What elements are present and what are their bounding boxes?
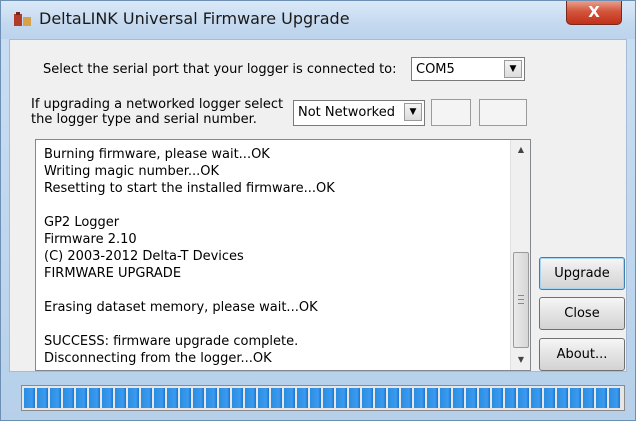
serial-number-field-1[interactable] <box>431 99 471 126</box>
serial-port-select[interactable]: COM5 ▼ <box>411 57 525 81</box>
close-button[interactable]: Close <box>539 297 625 330</box>
network-label-line2: the logger type and serial number. <box>31 112 257 127</box>
log-line: SUCCESS: firmware upgrade complete. <box>44 334 299 349</box>
log-line: Erasing dataset memory, please wait...OK <box>44 300 318 315</box>
chevron-down-icon[interactable]: ▼ <box>504 60 522 78</box>
chevron-down-icon[interactable]: ▼ <box>404 103 422 121</box>
log-line: Firmware 2.10 <box>44 232 137 247</box>
log-line: FIRMWARE UPGRADE <box>44 266 182 281</box>
scrollbar-thumb[interactable] <box>513 252 529 348</box>
upgrade-progress-bar <box>21 385 625 411</box>
log-line: (C) 2003-2012 Delta-T Devices <box>44 249 244 264</box>
logger-type-select[interactable]: Not Networked ▼ <box>293 100 425 126</box>
log-line: Writing magic number...OK <box>44 164 220 179</box>
title-bar[interactable]: DeltaLINK Universal Firmware Upgrade X <box>1 1 635 39</box>
serial-port-label: Select the serial port that your logger … <box>43 62 397 77</box>
progress-fill <box>24 388 622 408</box>
log-line: Burning firmware, please wait...OK <box>44 147 270 162</box>
app-icon <box>14 12 31 26</box>
grip-icon <box>518 295 524 304</box>
window-title: DeltaLINK Universal Firmware Upgrade <box>39 9 350 28</box>
scroll-down-icon[interactable]: ▼ <box>513 352 529 368</box>
log-lines: Burning firmware, please wait...OK Writin… <box>44 146 335 367</box>
log-line: GP2 Logger <box>44 215 120 230</box>
logger-type-value: Not Networked <box>298 105 395 120</box>
firmware-upgrade-window: DeltaLINK Universal Firmware Upgrade X S… <box>0 0 636 421</box>
network-label-line1: If upgrading a networked logger select <box>31 97 284 112</box>
log-line: Resetting to start the installed firmwar… <box>44 181 335 196</box>
scroll-up-icon[interactable]: ▲ <box>513 142 529 158</box>
serial-number-field-2[interactable] <box>479 99 527 126</box>
serial-port-value: COM5 <box>416 62 455 77</box>
about-button[interactable]: About... <box>539 338 625 371</box>
upgrade-log[interactable]: Burning firmware, please wait...OK Writin… <box>35 139 531 371</box>
log-scrollbar[interactable]: ▲ ▼ <box>510 140 530 370</box>
window-close-button[interactable]: X <box>566 1 622 25</box>
log-line: Disconnecting from the logger...OK <box>44 351 272 366</box>
upgrade-button[interactable]: Upgrade <box>539 257 625 290</box>
